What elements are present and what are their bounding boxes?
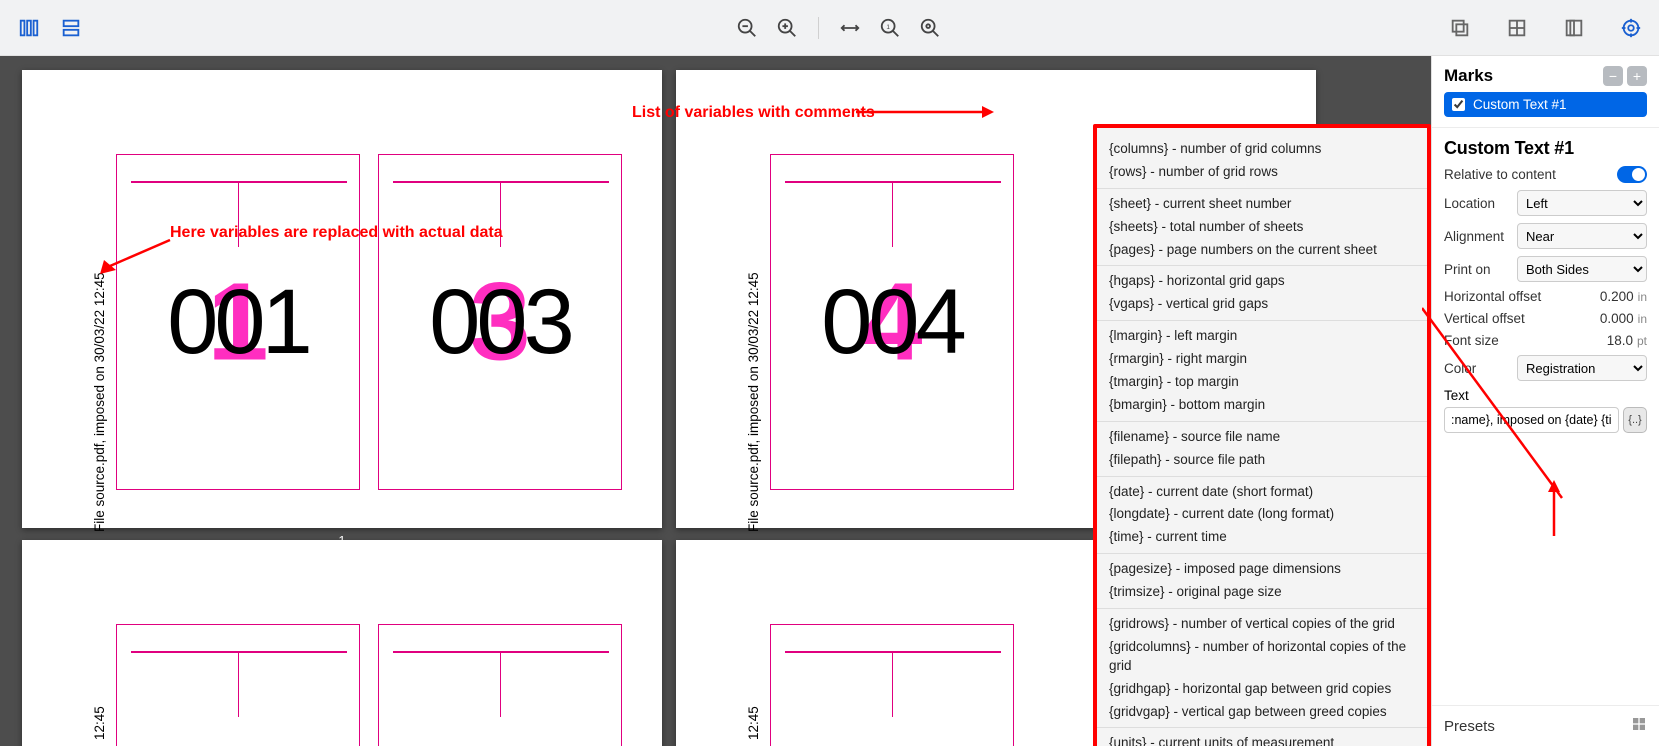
svg-text:1: 1 — [886, 23, 890, 30]
variable-row[interactable]: {filepath} - source file path — [1109, 449, 1415, 472]
variables-button[interactable]: {..} — [1623, 407, 1647, 433]
page-number: 004 — [821, 270, 963, 375]
variable-row[interactable]: {gridcolumns} - number of horizontal cop… — [1109, 636, 1415, 678]
variable-row[interactable]: {sheet} - current sheet number — [1109, 193, 1415, 216]
imposed-page — [378, 624, 622, 746]
variable-row[interactable]: {vgaps} - vertical grid gaps — [1109, 293, 1415, 316]
voff-value[interactable]: 0.000 — [1600, 311, 1634, 326]
location-label: Location — [1444, 196, 1495, 211]
side-text: 12:45 — [92, 706, 107, 740]
zoom-in-icon[interactable] — [770, 11, 804, 45]
variable-row[interactable]: {bmargin} - bottom margin — [1109, 394, 1415, 417]
relative-toggle[interactable] — [1617, 166, 1647, 183]
imposed-page: 1 001 — [116, 154, 360, 490]
mark-item[interactable]: Custom Text #1 — [1444, 92, 1647, 117]
marks-title: Marks — [1444, 66, 1493, 86]
printon-select[interactable]: Both Sides — [1517, 256, 1647, 282]
fontsize-unit: pt — [1637, 334, 1647, 348]
variable-row[interactable]: {sheets} - total number of sheets — [1109, 216, 1415, 239]
variable-row[interactable]: {lmargin} - left margin — [1109, 325, 1415, 348]
variable-row[interactable]: {rmargin} - right margin — [1109, 348, 1415, 371]
printon-label: Print on — [1444, 262, 1491, 277]
presets-grid-icon[interactable] — [1631, 716, 1647, 736]
imposed-page: 3 003 — [378, 154, 622, 490]
layout-icon[interactable] — [54, 11, 88, 45]
imposed-page — [770, 624, 1014, 746]
grid-icon[interactable] — [1500, 11, 1534, 45]
variable-row[interactable]: {gridvgap} - vertical gap between greed … — [1109, 701, 1415, 724]
arrow-icon — [96, 236, 176, 276]
sidebar: Marks − + Custom Text #1 Custom Text #1 … — [1431, 56, 1659, 746]
canvas-area[interactable]: File source.pdf, imposed on 30/03/22 12:… — [0, 56, 1431, 746]
zoom-out-icon[interactable] — [730, 11, 764, 45]
annotation-replace-label: Here variables are replaced with actual … — [170, 224, 503, 242]
variable-row[interactable]: {hgaps} - horizontal grid gaps — [1109, 270, 1415, 293]
location-select[interactable]: Left — [1517, 190, 1647, 216]
variable-row[interactable]: {pages} - page numbers on the current sh… — [1109, 239, 1415, 262]
hoff-unit: in — [1638, 290, 1647, 304]
relative-label: Relative to content — [1444, 167, 1556, 182]
arrow-icon — [1540, 478, 1570, 538]
variables-popup[interactable]: {columns} - number of grid columns{rows}… — [1093, 124, 1431, 746]
variable-row[interactable]: {pagesize} - imposed page dimensions — [1109, 558, 1415, 581]
alignment-label: Alignment — [1444, 229, 1504, 244]
variable-row[interactable]: {longdate} - current date (long format) — [1109, 503, 1415, 526]
fit-width-icon[interactable] — [833, 11, 867, 45]
side-text: File source.pdf, imposed on 30/03/22 12:… — [746, 272, 761, 532]
voff-unit: in — [1638, 312, 1647, 326]
section-title: Custom Text #1 — [1444, 138, 1647, 159]
divider — [818, 17, 819, 39]
variable-row[interactable]: {time} - current time — [1109, 526, 1415, 549]
zoom-selection-icon[interactable] — [913, 11, 947, 45]
annotation-list-label: List of variables with comments — [632, 104, 875, 122]
sheet: File source.pdf, imposed on 30/03/22 12:… — [22, 70, 662, 528]
zoom-actual-icon[interactable]: 1 — [873, 11, 907, 45]
hoff-value[interactable]: 0.200 — [1600, 289, 1634, 304]
page-number: 001 — [167, 270, 309, 375]
copies-icon[interactable] — [1443, 11, 1477, 45]
presets-row[interactable]: Presets — [1432, 706, 1659, 746]
columns-icon[interactable] — [12, 11, 46, 45]
marks-icon[interactable] — [1614, 11, 1648, 45]
variable-row[interactable]: {rows} - number of grid rows — [1109, 161, 1415, 184]
margins-icon[interactable] — [1557, 11, 1591, 45]
side-text: 12:45 — [746, 706, 761, 740]
fontsize-value[interactable]: 18.0 — [1607, 333, 1633, 348]
presets-label: Presets — [1444, 718, 1495, 735]
variable-row[interactable]: {date} - current date (short format) — [1109, 481, 1415, 504]
sheet: 12:45 — [22, 540, 662, 746]
alignment-select[interactable]: Near — [1517, 223, 1647, 249]
variable-row[interactable]: {units} - current units of measurement — [1109, 732, 1415, 746]
side-text: File source.pdf, imposed on 30/03/22 12:… — [92, 272, 107, 532]
add-mark-button[interactable]: + — [1627, 66, 1647, 86]
imposed-page — [116, 624, 360, 746]
remove-mark-button[interactable]: − — [1603, 66, 1623, 86]
mark-checkbox[interactable] — [1452, 98, 1465, 111]
page-number: 003 — [429, 270, 571, 375]
variable-row[interactable]: {trimsize} - original page size — [1109, 581, 1415, 604]
variable-row[interactable]: {tmargin} - top margin — [1109, 371, 1415, 394]
imposed-page: 4 004 — [770, 154, 1014, 490]
variable-row[interactable]: {columns} - number of grid columns — [1109, 138, 1415, 161]
mark-item-label: Custom Text #1 — [1473, 97, 1567, 112]
variable-row[interactable]: {gridrows} - number of vertical copies o… — [1109, 613, 1415, 636]
variable-row[interactable]: {gridhgap} - horizontal gap between grid… — [1109, 678, 1415, 701]
variable-row[interactable]: {filename} - source file name — [1109, 426, 1415, 449]
arrow-icon — [856, 102, 996, 122]
